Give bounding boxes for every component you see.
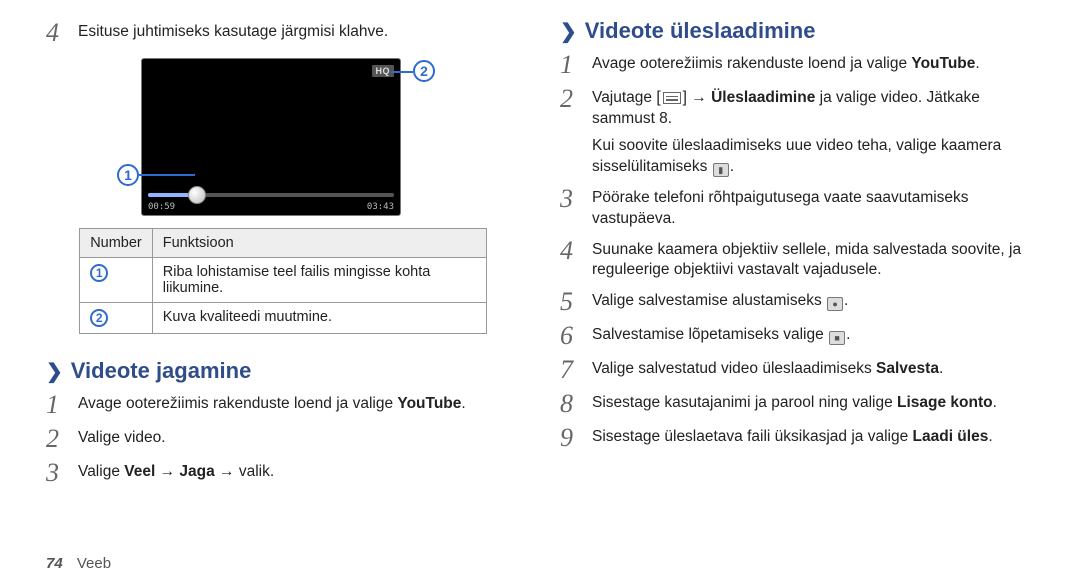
- section-upload-videos: ❯ Videote üleslaadimine: [560, 18, 1034, 44]
- th-number: Number: [80, 229, 153, 258]
- upload-step-4: 4 Suunake kaamera objektiiv sellele, mid…: [560, 236, 1034, 282]
- timeline: [148, 193, 394, 197]
- section-name: Veeb: [77, 555, 111, 572]
- chevron-right-icon: ❯: [560, 19, 577, 44]
- upload-step-5: 5 Valige salvestamise alustamiseks ●.: [560, 287, 1034, 315]
- upload-step-7: 7 Valige salvestatud video üleslaadimise…: [560, 355, 1034, 383]
- upload-step-2-extra: Kui soovite üleslaadimiseks uue video te…: [592, 136, 1034, 178]
- scrub-handle-icon: [188, 186, 206, 204]
- function-table: Number Funktsioon 1 Riba lohistamise tee…: [79, 228, 487, 334]
- step-number: 4: [46, 18, 78, 46]
- row-desc: Riba lohistamise teel failis mingisse ko…: [152, 258, 486, 303]
- left-step-4: 4 Esituse juhtimiseks kasutage järgmisi …: [46, 18, 520, 46]
- upload-step-6: 6 Salvestamise lõpetamiseks valige ■.: [560, 321, 1034, 349]
- chevron-right-icon: ❯: [46, 359, 63, 384]
- page-footer: 74 Veeb: [46, 555, 111, 572]
- share-step-1: 1 Avage ooterežiimis rakenduste loend ja…: [46, 390, 520, 418]
- callout-1: 1: [117, 164, 139, 186]
- row-desc: Kuva kvaliteedi muutmine.: [152, 303, 486, 334]
- callout-2: 2: [413, 60, 435, 82]
- table-row: 2 Kuva kvaliteedi muutmine.: [80, 303, 487, 334]
- share-step-2: 2 Valige video.: [46, 424, 520, 452]
- upload-step-9: 9 Sisestage üleslaetava faili üksikasjad…: [560, 423, 1034, 451]
- row-number-icon: 1: [90, 264, 108, 282]
- upload-step-1: 1 Avage ooterežiimis rakenduste loend ja…: [560, 50, 1034, 78]
- upload-step-2: 2 Vajutage [] → Üleslaadimine ja valige …: [560, 84, 1034, 130]
- stop-icon: ■: [829, 331, 845, 345]
- record-icon: ●: [827, 297, 843, 311]
- section-share-videos: ❯ Videote jagamine: [46, 358, 520, 384]
- video-player-figure: HQ 00:59 03:43 2 1: [133, 58, 433, 216]
- step-text: Esituse juhtimiseks kasutage järgmisi kl…: [78, 18, 388, 46]
- th-function: Funktsioon: [152, 229, 486, 258]
- upload-step-8: 8 Sisestage kasutajanimi ja parool ning …: [560, 389, 1034, 417]
- page-number: 74: [46, 555, 63, 572]
- table-row: 1 Riba lohistamise teel failis mingisse …: [80, 258, 487, 303]
- time-elapsed: 00:59: [148, 202, 175, 212]
- camera-icon: ▮: [713, 163, 729, 177]
- video-player: HQ 00:59 03:43: [141, 58, 401, 216]
- time-total: 03:43: [367, 202, 394, 212]
- upload-step-3: 3 Pöörake telefoni rõhtpaigutusega vaate…: [560, 184, 1034, 230]
- menu-icon: [663, 92, 681, 104]
- share-step-3: 3 Valige Veel → Jaga → valik.: [46, 458, 520, 486]
- row-number-icon: 2: [90, 309, 108, 327]
